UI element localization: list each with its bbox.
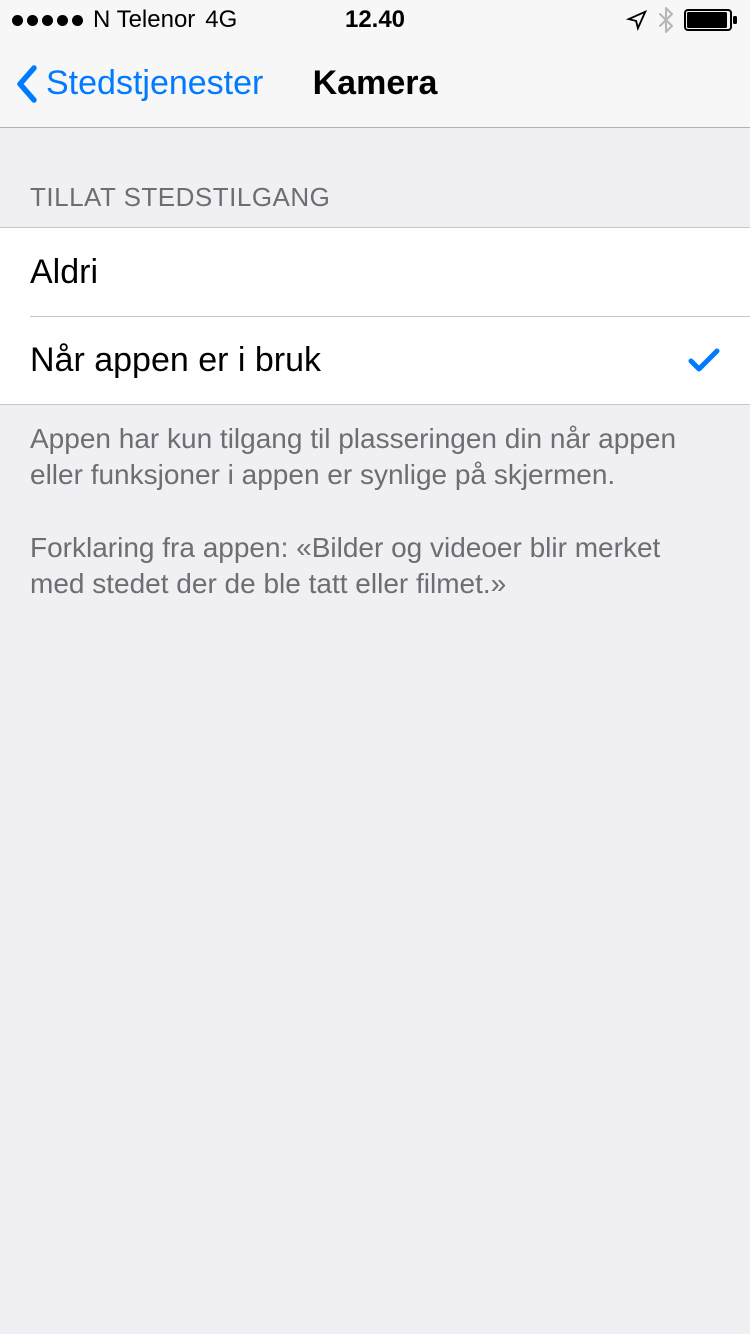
battery-icon [684,9,738,31]
location-services-icon [626,9,648,31]
footer-line-1: Appen har kun tilgang til plasseringen d… [30,421,720,494]
carrier-label: N Telenor [93,6,195,34]
network-type: 4G [205,6,237,34]
back-label: Stedstjenester [46,64,263,103]
checkmark-icon [688,346,720,374]
page-title: Kamera [313,64,438,103]
footer-description: Appen har kun tilgang til plasseringen d… [0,405,750,603]
status-left: N Telenor 4G [12,6,237,34]
permission-list: Aldri Når appen er i bruk [0,227,750,405]
option-never[interactable]: Aldri [0,228,750,316]
signal-strength-icon [12,15,83,26]
status-right [626,7,738,33]
navigation-bar: Stedstjenester Kamera [0,40,750,128]
option-label: Aldri [30,253,98,292]
bluetooth-icon [658,7,674,33]
option-label: Når appen er i bruk [30,341,321,380]
chevron-left-icon [14,64,38,104]
option-while-using[interactable]: Når appen er i bruk [0,316,750,404]
section-header: TILLAT STEDSTILGANG [0,128,750,227]
back-button[interactable]: Stedstjenester [0,64,263,104]
footer-line-2: Forklaring fra appen: «Bilder og videoer… [30,530,720,603]
status-bar: N Telenor 4G 12.40 [0,0,750,40]
clock: 12.40 [345,6,405,34]
